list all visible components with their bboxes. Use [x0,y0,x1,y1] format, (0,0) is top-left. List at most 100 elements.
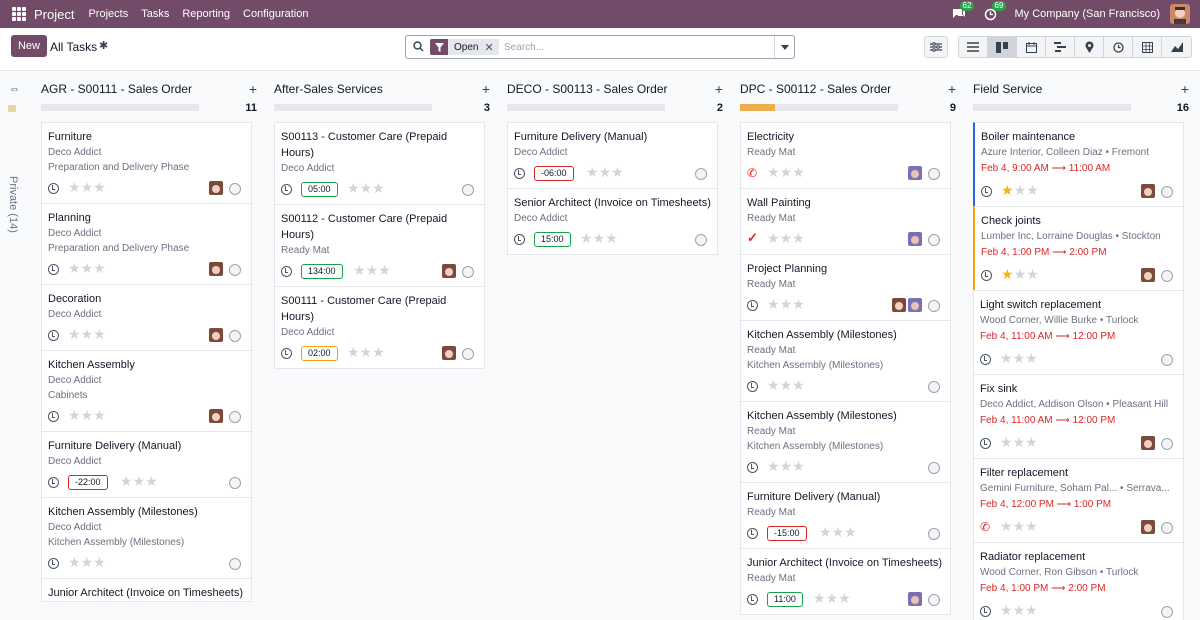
priority-stars[interactable]: ★★★ [1000,350,1038,367]
kanban-card[interactable]: Decoration Deco Addict ★★★ [41,284,252,351]
star-icon[interactable]: ★ [347,344,360,360]
kanban-state-icon[interactable] [1161,606,1173,618]
activity-clock-icon[interactable] [747,594,758,605]
star-icon[interactable]: ★ [120,473,133,489]
star-icon[interactable]: ★ [93,326,106,342]
kanban-state-icon[interactable] [229,411,241,423]
kanban-state-icon[interactable] [928,168,940,180]
star-icon[interactable]: ★ [586,164,599,180]
priority-stars[interactable]: ★★★ [819,524,857,541]
star-icon[interactable]: ★ [1013,518,1026,534]
star-icon[interactable]: ★ [1014,182,1027,198]
star-icon[interactable]: ★ [767,458,780,474]
star-icon[interactable]: ★ [145,473,158,489]
kanban-card[interactable]: Radiator replacement Wood Corner, Ron Gib… [973,542,1184,620]
assignee-avatar[interactable] [908,592,922,606]
star-icon[interactable]: ★ [780,230,793,246]
star-icon[interactable]: ★ [93,554,106,570]
star-icon[interactable]: ★ [81,554,94,570]
activity-clock-icon[interactable] [48,411,59,422]
star-icon[interactable]: ★ [780,296,793,312]
priority-stars[interactable]: ★★★ [68,260,106,277]
gantt-view-icon[interactable] [1046,37,1075,57]
activity-clock-icon[interactable] [281,184,292,195]
add-card-icon[interactable]: + [249,81,257,97]
search-icon[interactable] [413,41,424,55]
star-icon[interactable]: ★ [93,407,106,423]
column-progress-bar[interactable] [740,104,898,111]
kanban-state-icon[interactable] [462,266,474,278]
star-icon[interactable]: ★ [819,524,832,540]
star-icon[interactable]: ★ [780,458,793,474]
search-dropdown-toggle[interactable] [774,36,794,58]
star-icon[interactable]: ★ [767,230,780,246]
assignee-avatar[interactable] [892,298,906,312]
star-icon[interactable]: ★ [1000,434,1013,450]
activity-clock-icon[interactable] [48,477,59,488]
star-icon[interactable]: ★ [593,230,606,246]
star-icon[interactable]: ★ [826,590,839,606]
star-icon[interactable]: ★ [1013,434,1026,450]
priority-stars[interactable]: ★★★ [347,344,385,361]
star-icon[interactable]: ★ [68,326,81,342]
menu-reporting[interactable]: Reporting [182,8,230,20]
kanban-card[interactable]: Kitchen Assembly (Milestones) Ready Mat Ki… [740,401,951,483]
star-icon[interactable]: ★ [792,377,805,393]
star-icon[interactable]: ★ [1001,182,1014,198]
star-icon[interactable]: ★ [347,180,360,196]
star-icon[interactable]: ★ [1000,518,1013,534]
add-card-icon[interactable]: + [948,81,956,97]
kanban-state-icon[interactable] [928,234,940,246]
kanban-state-icon[interactable] [695,168,707,180]
star-icon[interactable]: ★ [81,326,94,342]
assignee-avatar[interactable] [209,262,223,276]
activities-icon[interactable]: 69 [983,1,1007,22]
star-icon[interactable]: ★ [1025,602,1038,618]
app-name[interactable]: Project [34,7,74,22]
folded-column-label[interactable]: Private (14) [7,176,19,236]
star-icon[interactable]: ★ [366,262,379,278]
assignee-avatar[interactable] [442,346,456,360]
calendar-view-icon[interactable] [1017,37,1046,57]
kanban-card[interactable]: Light switch replacement Wood Corner, Wil… [973,290,1184,375]
priority-stars[interactable]: ★★★ [1001,266,1039,283]
star-icon[interactable]: ★ [1000,350,1013,366]
add-card-icon[interactable]: + [715,81,723,97]
kanban-state-icon[interactable] [462,184,474,196]
star-icon[interactable]: ★ [792,230,805,246]
star-icon[interactable]: ★ [81,407,94,423]
assignee-avatar[interactable] [1141,436,1155,450]
folded-column-private[interactable]: ⇔ Private (14) [0,71,28,620]
star-icon[interactable]: ★ [1026,182,1039,198]
priority-stars[interactable]: ★★★ [353,262,391,279]
star-icon[interactable]: ★ [68,260,81,276]
pivot-view-icon[interactable] [1133,37,1162,57]
assignee-avatar[interactable] [908,298,922,312]
messages-icon[interactable]: 62 [951,1,975,22]
kanban-state-icon[interactable] [229,183,241,195]
star-icon[interactable]: ★ [81,260,94,276]
search-input[interactable] [504,39,764,55]
star-icon[interactable]: ★ [1013,350,1026,366]
star-icon[interactable]: ★ [372,344,385,360]
star-icon[interactable]: ★ [372,180,385,196]
star-icon[interactable]: ★ [81,179,94,195]
kanban-card[interactable]: Fix sink Deco Addict, Addison Olson • Ple… [973,374,1184,459]
kanban-card[interactable]: Electricity Ready Mat ✆ ★★★ [740,122,951,189]
star-icon[interactable]: ★ [353,262,366,278]
activity-clock-icon[interactable] [747,300,758,311]
kanban-card[interactable]: Project Planning Ready Mat ★★★ [740,254,951,321]
kanban-state-icon[interactable] [1161,270,1173,282]
kanban-state-icon[interactable] [1161,354,1173,366]
activity-clock-icon[interactable] [48,558,59,569]
activity-clock-icon[interactable] [48,264,59,275]
priority-stars[interactable]: ★★★ [586,164,624,181]
star-icon[interactable]: ★ [780,164,793,180]
assignee-avatar[interactable] [209,409,223,423]
kanban-state-icon[interactable] [229,558,241,570]
kanban-card[interactable]: Boiler maintenance Azure Interior, Collee… [973,122,1184,207]
kanban-state-icon[interactable] [928,594,940,606]
priority-stars[interactable]: ★★★ [767,296,805,313]
activity-clock-icon[interactable] [747,462,758,473]
menu-configuration[interactable]: Configuration [243,8,308,20]
